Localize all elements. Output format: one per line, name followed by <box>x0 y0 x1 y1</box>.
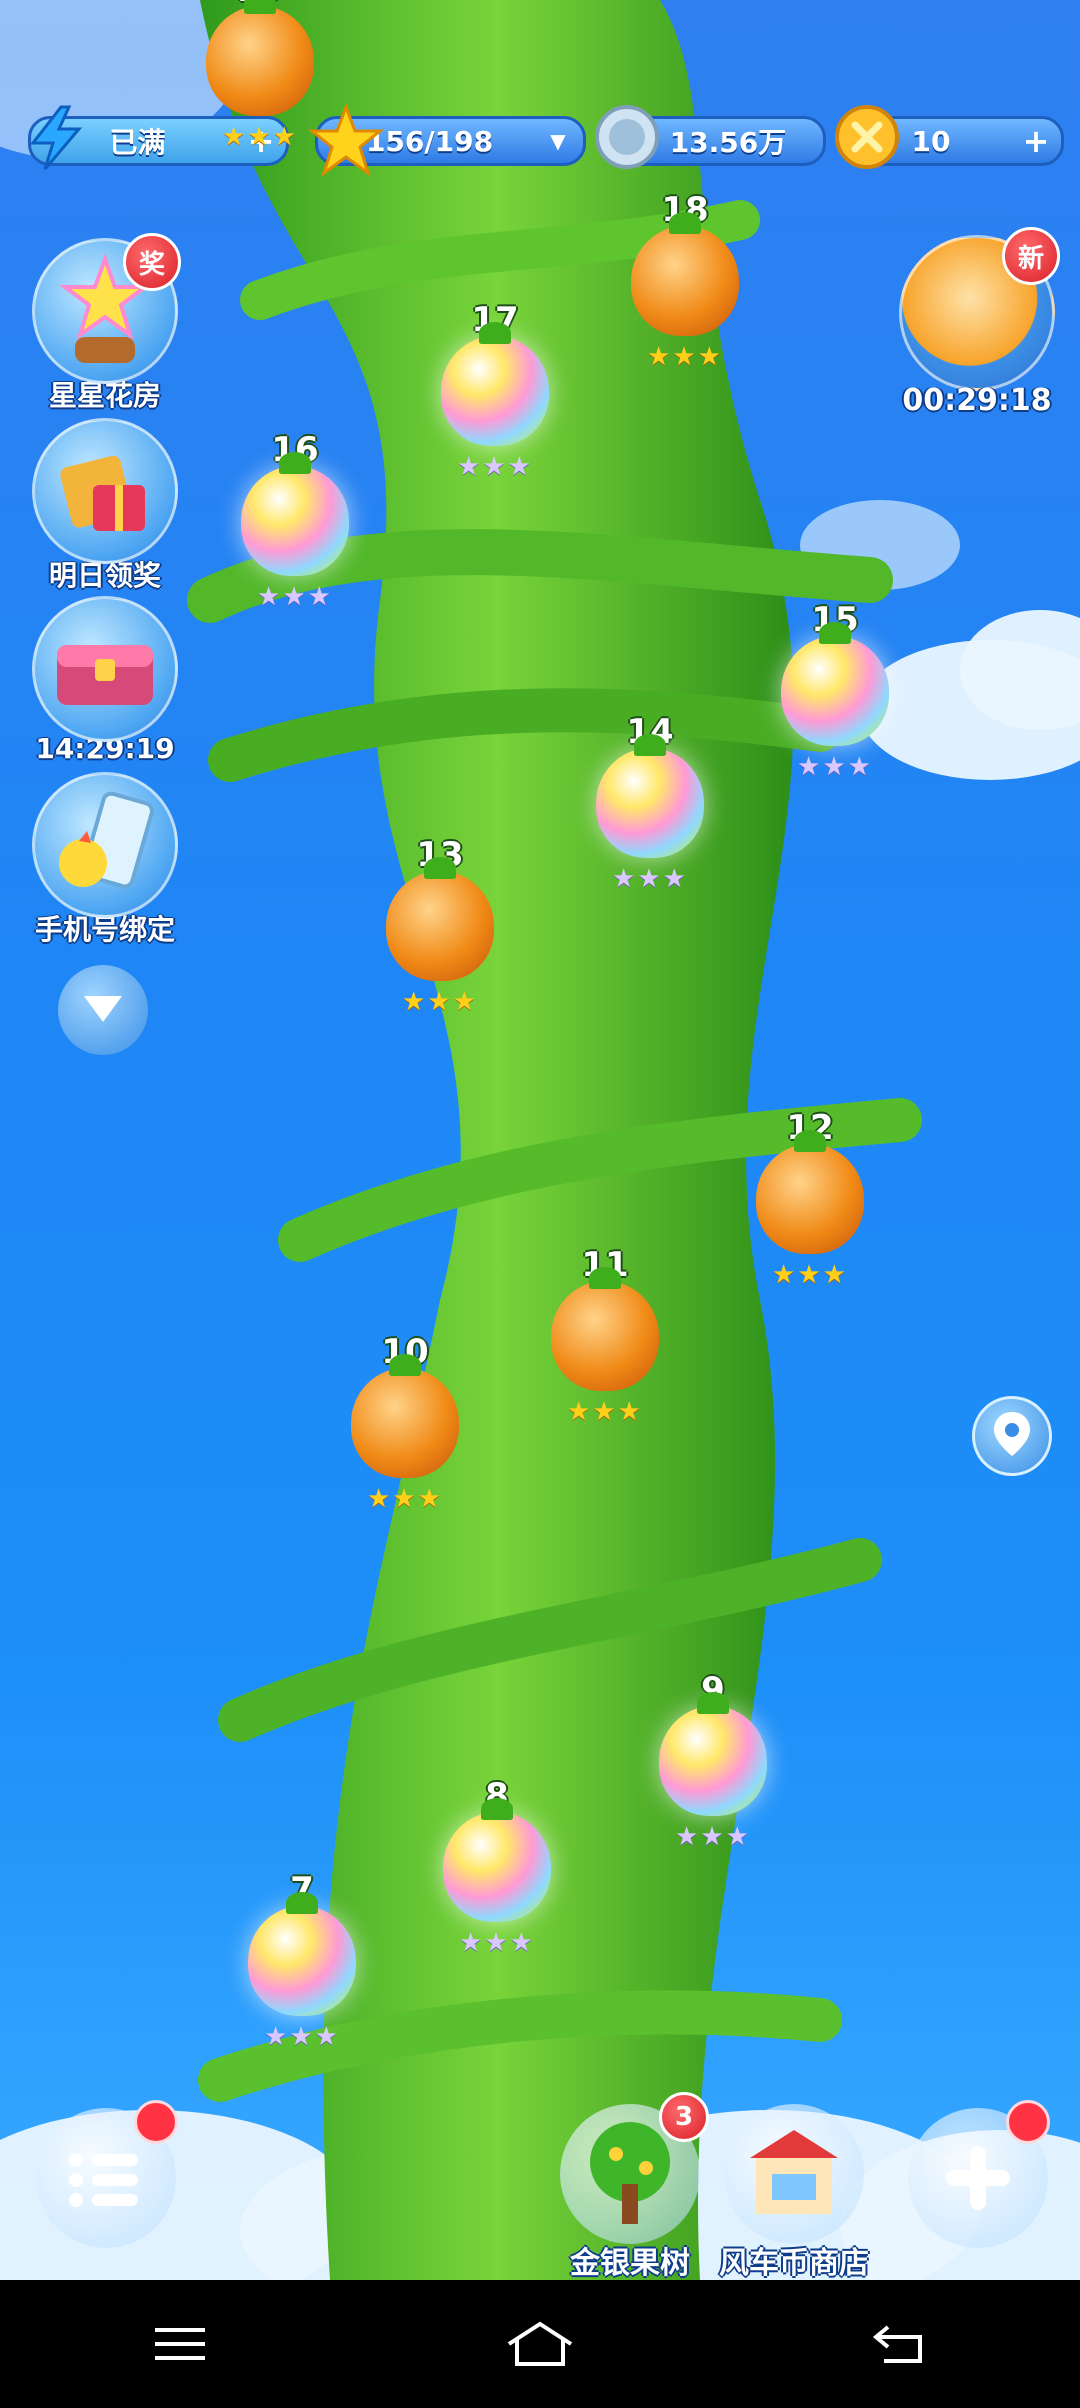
level-node[interactable]: 19 ★★★ <box>195 0 325 152</box>
new-badge: 新 <box>1002 227 1060 285</box>
system-nav-bar <box>0 2280 1080 2408</box>
phone-bind-icon <box>32 772 178 918</box>
event-timer: 00:29:18 <box>902 383 1052 418</box>
fruit-icon <box>659 1692 767 1816</box>
fruit-icon <box>631 212 739 336</box>
level-stars: ★★★ <box>772 1260 848 1290</box>
level-stars: ★★★ <box>612 864 688 894</box>
shop-button[interactable]: 风车币商店 <box>714 2104 874 2280</box>
level-node[interactable]: 13 ★★★ <box>375 835 505 1017</box>
level-stars: ★★★ <box>459 1928 535 1958</box>
game-screen: 已满 + 156/198 ▼ 13.56万 10 + 奖 星星花房 明日领奖 1… <box>0 0 1080 2280</box>
level-node[interactable]: 8 ★★★ <box>432 1776 562 1958</box>
more-button[interactable] <box>908 2100 1050 2248</box>
level-stars: ★★★ <box>257 582 333 612</box>
fruit-icon <box>351 1354 459 1478</box>
count-badge: 3 <box>659 2092 709 2142</box>
level-stars: ★★★ <box>797 752 873 782</box>
stars-bar[interactable]: 156/198 ▼ <box>307 102 586 177</box>
back-icon[interactable] <box>855 2309 945 2379</box>
collapse-menu-button[interactable] <box>58 965 148 1055</box>
main-menu-button[interactable] <box>36 2100 178 2248</box>
level-stars: ★★★ <box>367 1484 443 1514</box>
fruit-icon <box>248 1892 356 2016</box>
level-stars: ★★★ <box>457 452 533 482</box>
fruit-icon <box>596 734 704 858</box>
level-node[interactable]: 17 ★★★ <box>430 300 560 482</box>
reward-badge: 奖 <box>123 233 181 291</box>
treasure-chest-button[interactable]: 14:29:19 <box>25 596 185 765</box>
silver-bar: 13.56万 <box>595 105 826 169</box>
home-icon[interactable] <box>495 2309 585 2379</box>
coins-plus-button[interactable]: + <box>1019 122 1053 160</box>
fruit-icon <box>781 622 889 746</box>
money-tree-label: 金银果树 <box>570 2246 690 2280</box>
level-stars: ★★★ <box>402 987 478 1017</box>
level-node[interactable]: 12 ★★★ <box>745 1108 875 1290</box>
fruit-icon <box>206 0 314 116</box>
coins-bar[interactable]: 10 + <box>835 105 1064 169</box>
fruit-icon <box>386 857 494 981</box>
stars-dropdown-button[interactable]: ▼ <box>541 124 575 158</box>
level-node[interactable]: 7 ★★★ <box>237 1870 367 2052</box>
level-stars: ★★★ <box>264 2022 340 2052</box>
fruit-icon <box>756 1130 864 1254</box>
fruit-icon <box>443 1798 551 1922</box>
shop-label: 风车币商店 <box>719 2246 869 2280</box>
tomorrow-reward-button[interactable]: 明日领奖 <box>25 418 185 594</box>
shop-icon <box>724 2104 864 2244</box>
star-flower-house-button[interactable]: 奖 星星花房 <box>25 233 185 414</box>
star-flower-icon: 奖 <box>32 233 181 384</box>
lightning-icon <box>21 103 91 173</box>
gold-coin-icon <box>833 103 903 173</box>
level-node[interactable]: 16 ★★★ <box>230 430 360 612</box>
level-node[interactable]: 9 ★★★ <box>648 1670 778 1852</box>
phone-bind-button[interactable]: 手机号绑定 <box>25 772 185 948</box>
level-stars: ★★★ <box>222 122 298 152</box>
money-tree-button[interactable]: 3 金银果树 <box>555 2092 709 2280</box>
notification-dot <box>134 2100 178 2144</box>
notification-dot <box>1006 2100 1050 2144</box>
fruit-icon <box>241 452 349 576</box>
level-node[interactable]: 14 ★★★ <box>585 712 715 894</box>
locate-current-level-button[interactable] <box>972 1396 1052 1476</box>
location-pin-icon <box>992 1410 1032 1462</box>
level-node[interactable]: 15 ★★★ <box>770 600 900 782</box>
event-button[interactable]: 新 00:29:18 <box>892 227 1062 418</box>
level-stars: ★★★ <box>675 1822 751 1852</box>
chevron-down-icon <box>80 990 126 1030</box>
treasure-chest-icon <box>32 596 178 742</box>
gift-box-icon <box>32 418 178 564</box>
level-node[interactable]: 11 ★★★ <box>540 1245 670 1427</box>
silver-coin-icon <box>593 103 663 173</box>
level-stars: ★★★ <box>647 342 723 372</box>
level-node[interactable]: 18 ★★★ <box>620 190 750 372</box>
level-stars: ★★★ <box>567 1397 643 1427</box>
fruit-icon <box>441 322 549 446</box>
fruit-icon <box>551 1267 659 1391</box>
level-node[interactable]: 10 ★★★ <box>340 1332 470 1514</box>
menu-icon[interactable] <box>135 2309 225 2379</box>
